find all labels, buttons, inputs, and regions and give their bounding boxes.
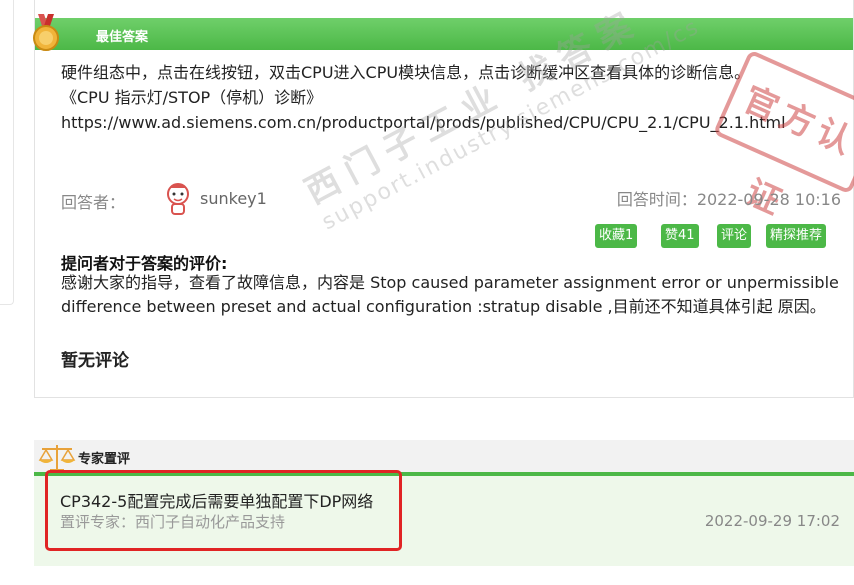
expert-review-card: 专家置评 CP342-5配置完成后需要单独配置下DP网络 置评专家：西门子自动化…	[34, 440, 854, 566]
answer-meta: 回答者： sunkey1 回答时间：2022-09-28 10:16	[61, 183, 841, 216]
expert-reviewer: 置评专家：西门子自动化产品支持	[60, 513, 286, 531]
scale-icon	[38, 445, 76, 472]
recommend-button[interactable]: 精探推荐	[766, 224, 827, 248]
favorite-button[interactable]: 收藏1	[595, 224, 638, 248]
comment-button[interactable]: 评论	[717, 224, 752, 248]
expert-review-title: 专家置评	[78, 452, 131, 467]
expert-review-question[interactable]: CP342-5配置完成后需要单独配置下DP网络	[60, 488, 373, 512]
answer-link[interactable]: https://www.ad.siemens.com.cn/productpor…	[61, 110, 786, 135]
left-panel-edge	[0, 0, 14, 305]
best-answer-header: 最佳答案	[35, 18, 853, 50]
like-button[interactable]: 赞41	[661, 224, 699, 248]
answer-line: 硬件组态中，点击在线按钮，双击CPU进入CPU模块信息，点击诊断缓冲区查看具体的…	[61, 63, 751, 82]
asker-evaluation-text: 感谢大家的指导，查看了故障信息，内容是 Stop caused paramete…	[61, 273, 839, 316]
expert-review-header: 专家置评	[34, 440, 854, 476]
no-comment-label: 暂无评论	[61, 351, 129, 371]
best-answer-title: 最佳答案	[96, 30, 149, 45]
answer-line: 《CPU 指示灯/STOP（停机）诊断》	[61, 88, 323, 107]
best-answer-card: 最佳答案 硬件组态中，点击在线按钮，双击CPU进入CPU模块信息，点击诊断缓冲区…	[33, 0, 854, 398]
answer-body: 硬件组态中，点击在线按钮，双击CPU进入CPU模块信息，点击诊断缓冲区查看具体的…	[61, 60, 786, 135]
expert-review-time: 2022-09-29 17:02	[704, 512, 840, 530]
answerer-label: 回答者：	[61, 193, 126, 212]
avatar[interactable]	[163, 182, 193, 216]
medal-icon	[33, 14, 59, 51]
answerer-username[interactable]: sunkey1	[200, 189, 267, 208]
answer-time: 回答时间：2022-09-28 10:16	[616, 190, 841, 209]
